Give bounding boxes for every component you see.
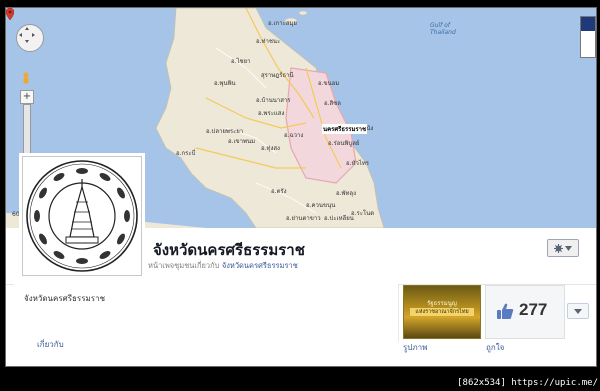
map-place: อ.ปลายพระยา — [206, 128, 244, 135]
map-place: อ.ท่าชนะ — [256, 38, 281, 45]
sea-label-1: Gulf of — [430, 22, 450, 29]
thumbs-up-icon — [497, 303, 514, 319]
map-place: อ.บ้านนาสาร — [256, 97, 291, 104]
map-place: อ.พระแสง — [258, 110, 285, 117]
map-place: อ.พุนพิน — [214, 80, 236, 87]
about-text: จังหวัดนครศรีธรรมราช — [24, 294, 106, 303]
map-place: อ.ควนขนุน — [306, 202, 336, 209]
map-place: อ.ย่านตาขาว — [286, 215, 321, 222]
likes-box[interactable]: 277 — [485, 285, 565, 339]
map-place: อ.เขาพนม — [228, 138, 256, 145]
pegman-icon[interactable] — [20, 72, 32, 86]
map-scale: 60 — [12, 211, 20, 218]
page-settings-button[interactable] — [547, 239, 579, 257]
map-place: อ.หัวไทร — [346, 160, 370, 167]
sea-label-2: Thailand — [430, 29, 456, 36]
map-place: อ.สิชล — [324, 100, 341, 107]
map-type-satellite[interactable] — [581, 17, 595, 31]
map-place: อ.ไชยา — [231, 58, 251, 65]
zoom-in-button[interactable]: + — [20, 90, 34, 104]
page-subtitle: หน้าเพจชุมชนเกี่ยวกับ จังหวัดนครศรีธรรมร… — [148, 260, 298, 272]
map-place: อ.ทุ่งสง — [261, 145, 280, 152]
pan-control[interactable] — [16, 24, 44, 52]
map-place: อ.ฉวาง — [284, 132, 304, 139]
likes-count: 277 — [519, 300, 548, 319]
photo-caption-line1: รัฐธรรมนูญ — [427, 300, 457, 307]
map-place: อ.ร่อนพิบูลย์ — [328, 140, 360, 147]
chevron-down-icon — [565, 245, 572, 251]
map-marker-icon[interactable] — [6, 8, 14, 20]
map-place: อ.เกาะสมุย — [268, 20, 297, 27]
page-title: จังหวัดนครศรีธรรมราช — [153, 241, 305, 259]
more-apps-button[interactable] — [567, 303, 589, 319]
page-category-link[interactable]: จังหวัดนครศรีธรรมราช — [222, 261, 298, 270]
facebook-page-frame: Gulf of Thailand อ.ท่าชนะ อ.ไชยา สุราษฎร… — [5, 7, 597, 367]
tab-about[interactable]: เกี่ยวกับ — [37, 338, 64, 351]
tab-likes[interactable]: ถูกใจ — [486, 341, 504, 354]
photo-caption-line2: แห่งราชอาณาจักรไทย — [410, 308, 474, 316]
tab-photos[interactable]: รูปภาพ — [403, 341, 427, 354]
map-place: อ.ตรัง — [271, 188, 287, 195]
map-place: อ.ปะเหลียน — [324, 215, 354, 222]
profile-picture[interactable] — [22, 156, 142, 276]
map-type-control[interactable] — [580, 16, 596, 58]
chevron-down-icon — [574, 308, 582, 314]
city-label: นครศรีธรรมราช — [322, 124, 368, 134]
map-place: อ.กระบี่ — [176, 150, 196, 157]
page-category: หน้าเพจชุมชนเกี่ยวกับ — [148, 261, 220, 270]
map-place: อ.ขนอม — [318, 80, 340, 87]
photos-thumbnail[interactable]: รัฐธรรมนูญ แห่งราชอาณาจักรไทย — [403, 285, 481, 339]
map-place: อ.พัทลุง — [336, 190, 357, 197]
provincial-seal-icon — [26, 160, 138, 272]
map-place: อ.ระโนด — [351, 210, 375, 217]
watermark-credit: [862x534] https://upic.me/ — [457, 378, 598, 388]
gear-icon — [554, 243, 563, 253]
map-place: สุราษฎร์ธานี — [261, 72, 294, 79]
pan-arrows-icon — [19, 27, 35, 43]
